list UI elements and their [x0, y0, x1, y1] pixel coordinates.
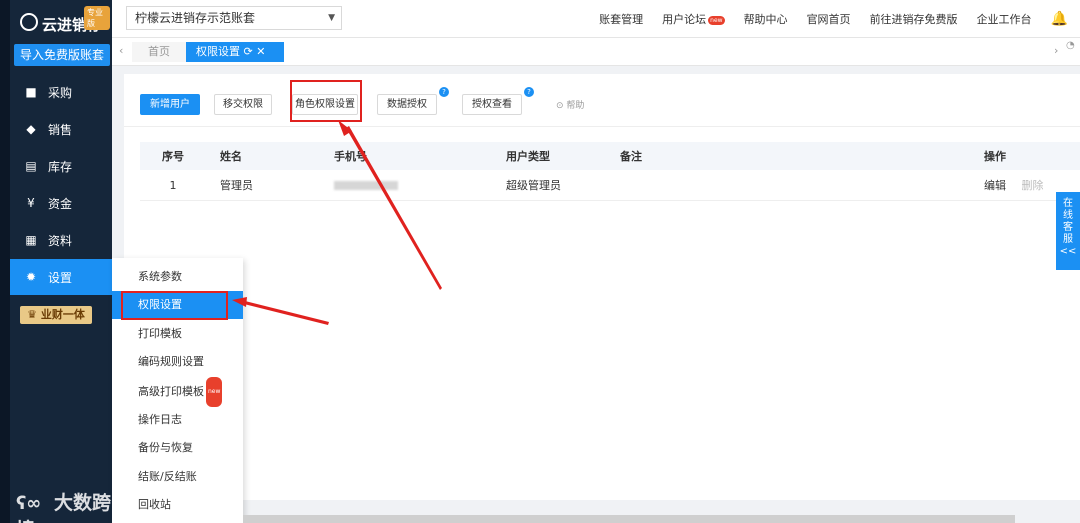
menu-item-backup-restore[interactable]: 备份与恢复: [112, 434, 243, 462]
tab-bar: ‹ 首页 权限设置 ⟳ ✕ ›: [112, 38, 1080, 66]
add-user-button[interactable]: 新增用户: [140, 94, 200, 115]
menu-item-system-params[interactable]: 系统参数: [112, 263, 243, 291]
tab-permission-settings-label: 权限设置: [196, 45, 240, 58]
sidebar-item-settings[interactable]: ✹ 设置: [10, 259, 112, 295]
divider: [124, 126, 1080, 127]
help-link[interactable]: ⊙ 帮助: [556, 98, 584, 111]
data-authorization-button[interactable]: 数据授权: [377, 94, 437, 115]
import-free-account-button[interactable]: 导入免费版账套: [14, 44, 110, 66]
link-enterprise-workbench[interactable]: 企业工作台: [977, 11, 1032, 27]
header-phone: 手机号: [334, 150, 367, 163]
sidebar-item-label: 销售: [48, 122, 73, 137]
menu-item-recycle-bin[interactable]: 回收站: [112, 491, 243, 519]
tab-permission-settings[interactable]: 权限设置 ⟳ ✕: [186, 42, 284, 62]
top-bar: 柠檬云进销存示范账套 ▼ 账套管理 用户论坛 new 帮助中心 官网首页 前往进销…: [112, 0, 1080, 38]
horizontal-scrollbar[interactable]: [243, 515, 1015, 523]
clock-icon[interactable]: ◔: [1066, 40, 1080, 64]
vip-label: 业财一体: [40, 308, 85, 321]
tab-home[interactable]: 首页: [132, 42, 186, 62]
crown-icon: ♛: [27, 308, 38, 321]
tag-icon: ◆: [26, 122, 36, 136]
header-user-type: 用户类型: [506, 150, 550, 163]
sidebar-item-label: 采购: [48, 85, 73, 100]
caret-down-icon: ▼: [328, 13, 335, 23]
menu-item-advanced-print-template[interactable]: 高级打印模板 new: [112, 377, 243, 407]
online-service-button[interactable]: 在线客服 <<: [1056, 192, 1080, 270]
cell-actions: 编辑 删除: [970, 177, 1080, 193]
question-icon[interactable]: ?: [439, 87, 449, 97]
user-table: 序号 姓名 手机号 用户类型 备注 操作 1 管理员 超级管理员 编辑 删除: [140, 142, 1080, 201]
transfer-permission-button[interactable]: 移交权限: [214, 94, 272, 115]
left-strip: [0, 0, 10, 523]
sidebar: 云进销存 专业版 导入免费版账套 ■ 采购 ◆ 销售 ▤ 库存 ¥ 资金 ▦ 资…: [0, 0, 112, 523]
main-content: 新增用户 移交权限 角色权限设置 数据授权 ? 授权查看 ? ⊙ 帮助 序号 姓…: [124, 74, 1080, 500]
header-name: 姓名: [220, 150, 242, 163]
sidebar-item-sales[interactable]: ◆ 销售: [10, 111, 112, 147]
account-select[interactable]: 柠檬云进销存示范账套 ▼: [126, 6, 342, 30]
document-icon: ▦: [25, 233, 37, 247]
help-label: 帮助: [566, 101, 585, 111]
header-seq: 序号: [162, 150, 184, 163]
menu-item-print-template[interactable]: 打印模板: [112, 320, 243, 348]
account-select-value: 柠檬云进销存示范账套: [135, 11, 256, 25]
role-button-highlight: [290, 80, 362, 122]
menu-item-operation-log[interactable]: 操作日志: [112, 406, 243, 434]
link-help-center[interactable]: 帮助中心: [744, 11, 788, 27]
close-icon[interactable]: ✕: [256, 45, 265, 58]
help-icon: ⊙: [556, 101, 564, 111]
online-service-label: 在线客服: [1063, 198, 1073, 245]
watermark: ʕ∞ 大数跨境: [16, 488, 112, 523]
table-row: 1 管理员 超级管理员 编辑 删除: [140, 170, 1080, 201]
bell-icon[interactable]: 🔔: [1051, 11, 1068, 27]
watermark-logo-icon: ʕ∞: [16, 493, 42, 514]
permission-menu-highlight: [121, 291, 228, 320]
tab-scroll-left-icon[interactable]: ‹: [119, 44, 123, 57]
sidebar-item-inventory[interactable]: ▤ 库存: [10, 148, 112, 184]
view-authorization-button[interactable]: 授权查看: [462, 94, 522, 115]
link-user-forum-label: 用户论坛: [662, 13, 707, 26]
cell-user-type: 超级管理员: [506, 179, 561, 192]
cell-seq: 1: [169, 178, 177, 192]
top-links: 账套管理 用户论坛 new 帮助中心 官网首页 前往进销存免费版 企业工作台 🔔: [599, 0, 1080, 38]
warehouse-icon: ▤: [25, 159, 37, 173]
refresh-icon[interactable]: ⟳: [244, 45, 253, 58]
link-user-forum[interactable]: 用户论坛 new: [662, 11, 725, 27]
sidebar-item-label: 资金: [48, 196, 73, 211]
edit-link[interactable]: 编辑: [984, 179, 1006, 192]
table-header: 序号 姓名 手机号 用户类型 备注 操作: [140, 142, 1080, 170]
gear-icon: ✹: [25, 270, 37, 284]
cell-phone: [320, 179, 492, 192]
header-note: 备注: [620, 150, 642, 163]
menu-item-closing[interactable]: 结账/反结账: [112, 463, 243, 491]
bag-icon: ■: [25, 85, 37, 99]
sidebar-item-label: 库存: [48, 159, 73, 174]
menu-item-code-rules[interactable]: 编码规则设置: [112, 348, 243, 376]
pro-badge: 专业版: [84, 6, 110, 30]
sidebar-item-label: 设置: [48, 270, 73, 285]
tab-scroll-right-icon[interactable]: ›: [1054, 44, 1058, 57]
delete-link[interactable]: 删除: [1022, 179, 1044, 192]
new-badge: new: [708, 15, 725, 25]
link-free-version[interactable]: 前往进销存免费版: [870, 11, 958, 27]
header-actions: 操作: [984, 150, 1006, 163]
new-badge: new: [206, 377, 223, 407]
link-account-management[interactable]: 账套管理: [599, 11, 643, 27]
app-logo: 云进销存 专业版: [14, 6, 110, 36]
yen-icon: ¥: [27, 196, 35, 210]
cell-name: 管理员: [220, 179, 253, 192]
blurred-phone: [334, 181, 398, 190]
settings-dropdown-menu: 系统参数 权限设置 打印模板 编码规则设置 高级打印模板 new 操作日志 备份与…: [112, 258, 243, 523]
question-icon[interactable]: ?: [524, 87, 534, 97]
logo-icon: [20, 13, 38, 31]
chevron-left-icon: <<: [1059, 246, 1077, 257]
menu-item-label: 高级打印模板: [138, 385, 204, 398]
sidebar-item-funds[interactable]: ¥ 资金: [10, 185, 112, 221]
link-official-home[interactable]: 官网首页: [807, 11, 851, 27]
sidebar-item-data[interactable]: ▦ 资料: [10, 222, 112, 258]
sidebar-item-purchase[interactable]: ■ 采购: [10, 74, 112, 110]
sidebar-item-label: 资料: [48, 233, 73, 248]
vip-badge[interactable]: ♛ 业财一体: [20, 306, 92, 324]
